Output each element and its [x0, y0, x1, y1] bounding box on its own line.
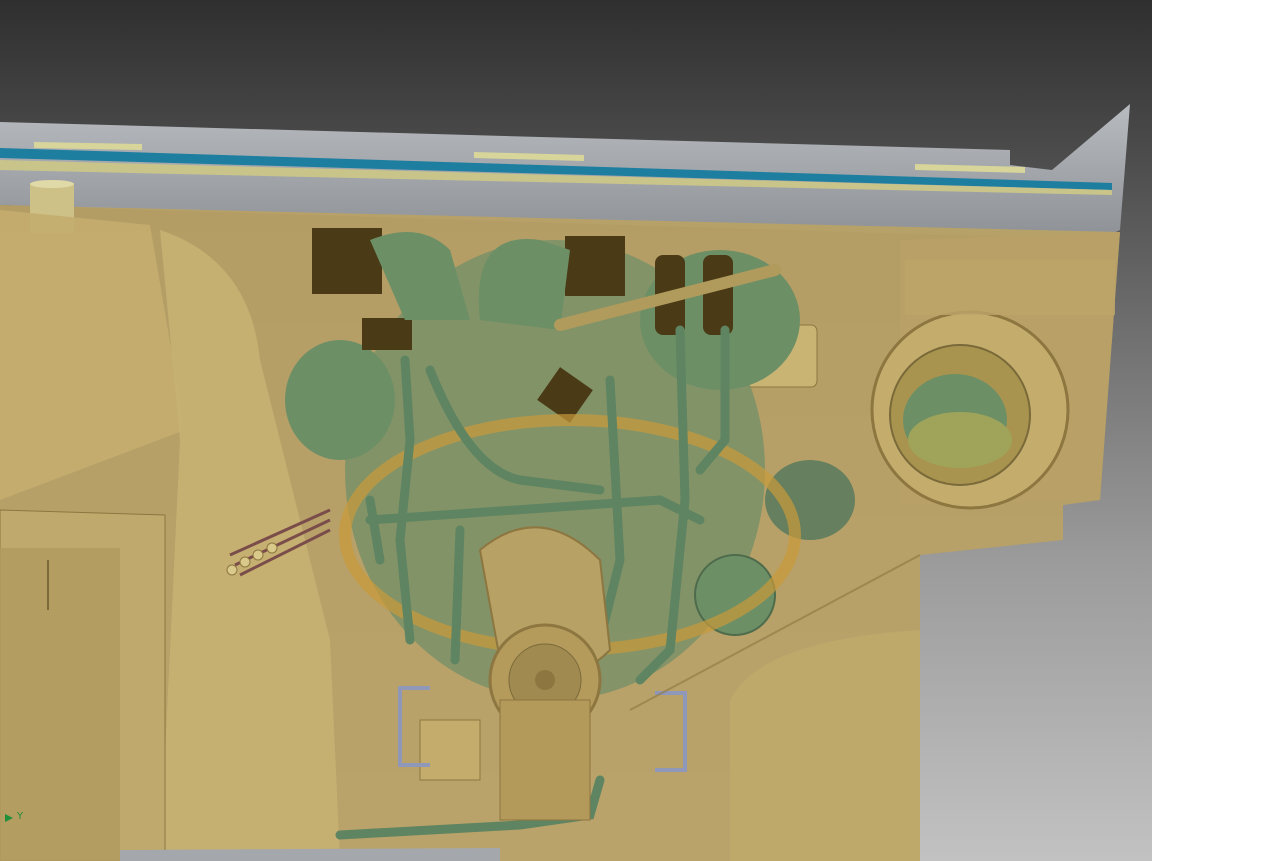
- coordinate-triad-icon: [5, 812, 17, 824]
- intake-tube-left: [312, 228, 382, 294]
- blank-margin: [1152, 0, 1281, 861]
- elbow-right: [478, 239, 570, 330]
- cad-3d-viewport[interactable]: Y: [0, 0, 1152, 861]
- intake-tube-right: [565, 236, 625, 296]
- axis-y-label: Y: [17, 811, 24, 822]
- engine-assembly-model: [0, 104, 1130, 861]
- oil-filter-housing: [499, 699, 591, 821]
